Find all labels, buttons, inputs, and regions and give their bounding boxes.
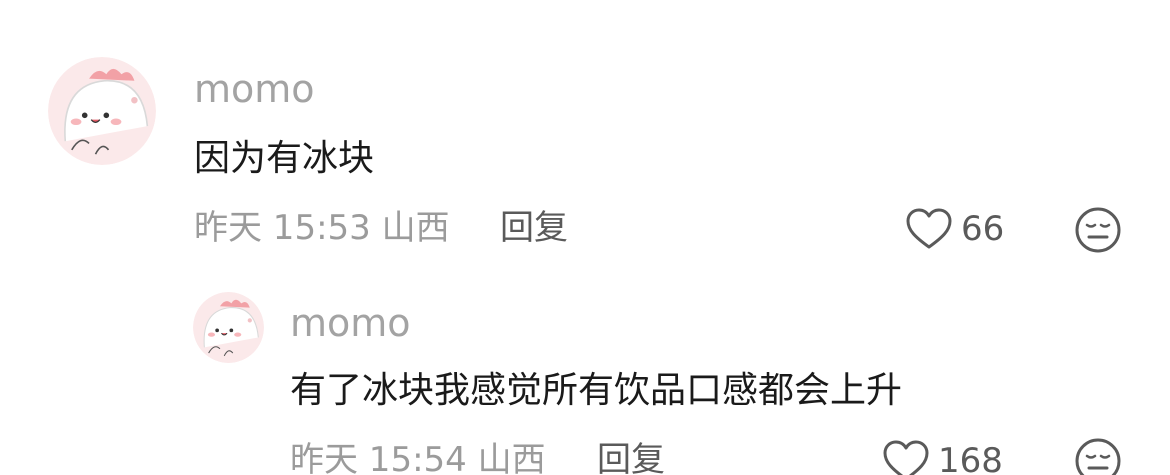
like-count: 168 (938, 441, 1003, 475)
comment-time-location: 昨天 15:54 山西 (290, 440, 546, 475)
reply-comment-item: momo 有了冰块我感觉所有饮品口感都会上升 昨天 15:54 山西 回复 16… (0, 0, 1170, 475)
like-button[interactable]: 168 (882, 437, 1003, 475)
avatar[interactable] (193, 292, 264, 363)
neutral-face-icon (1075, 438, 1121, 475)
cartoon-dino-avatar-icon (193, 292, 264, 363)
heart-outline-icon (883, 440, 929, 475)
dislike-button[interactable] (1074, 437, 1122, 475)
username[interactable]: momo (290, 300, 411, 346)
reply-button[interactable]: 回复 (597, 438, 665, 475)
comment-text: 有了冰块我感觉所有饮品口感都会上升 (290, 370, 903, 411)
comment-list: momo 因为有冰块 昨天 15:53 山西 回复 66 momo 有了冰块我感… (0, 0, 1170, 475)
